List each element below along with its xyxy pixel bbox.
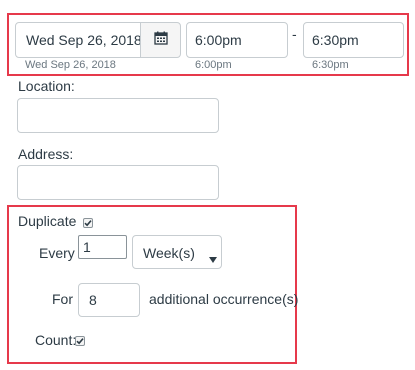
checkmark-icon bbox=[84, 220, 92, 227]
start-time-value: 6:00pm bbox=[195, 32, 242, 48]
start-time-hint: 6:00pm bbox=[195, 59, 232, 71]
frequency-select[interactable]: Week(s) bbox=[132, 235, 222, 269]
count-checkbox[interactable] bbox=[75, 336, 85, 346]
end-time-input[interactable]: 6:30pm bbox=[303, 22, 404, 58]
calendar-button[interactable] bbox=[140, 22, 181, 58]
every-input[interactable]: 1 bbox=[78, 235, 127, 259]
end-time-value: 6:30pm bbox=[312, 32, 359, 48]
duplicate-checkbox[interactable] bbox=[83, 218, 93, 228]
occurrences-suffix: additional occurrence(s) bbox=[149, 291, 299, 307]
calendar-icon bbox=[153, 31, 168, 50]
caret-down-icon bbox=[209, 250, 217, 268]
address-input[interactable] bbox=[17, 165, 219, 200]
end-time-hint: 6:30pm bbox=[312, 59, 349, 71]
time-separator: - bbox=[292, 26, 297, 42]
date-input-value: Wed Sep 26, 2018 bbox=[26, 32, 142, 48]
for-label: For bbox=[52, 291, 73, 307]
date-hint: Wed Sep 26, 2018 bbox=[25, 59, 116, 71]
occurrences-input-value: 8 bbox=[89, 292, 97, 308]
start-time-input[interactable]: 6:00pm bbox=[186, 22, 288, 58]
occurrences-input[interactable]: 8 bbox=[78, 283, 140, 317]
location-input[interactable] bbox=[17, 98, 219, 133]
duplicate-label: Duplicate bbox=[18, 213, 77, 229]
every-label: Every bbox=[39, 245, 75, 261]
checkmark-icon bbox=[76, 338, 84, 345]
date-input[interactable]: Wed Sep 26, 2018 bbox=[15, 22, 142, 58]
location-label: Location: bbox=[18, 78, 75, 94]
frequency-selected-value: Week(s) bbox=[143, 245, 195, 261]
every-input-value: 1 bbox=[83, 239, 91, 255]
address-label: Address: bbox=[18, 146, 74, 162]
count-label: Count: bbox=[35, 332, 77, 348]
